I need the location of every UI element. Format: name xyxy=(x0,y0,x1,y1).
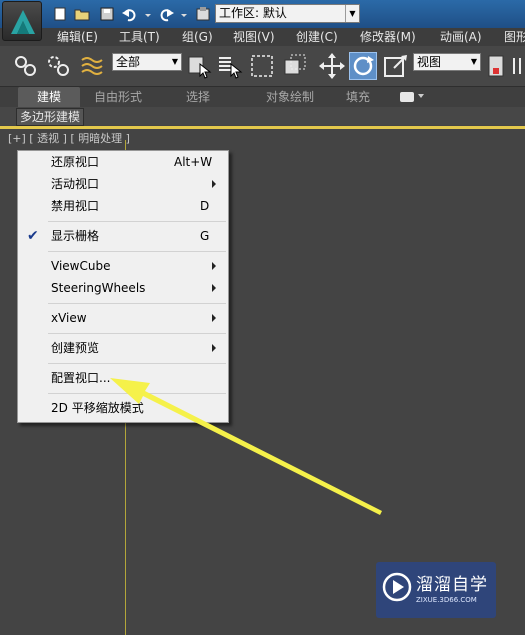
play-logo-icon xyxy=(382,572,412,602)
chevron-down-icon: ▼ xyxy=(345,5,359,22)
select-and-scale-icon[interactable] xyxy=(382,52,410,80)
submenu-arrow-icon xyxy=(212,314,216,322)
redo-dropdown-icon[interactable] xyxy=(180,6,188,22)
reference-coordinate-value: 视图 xyxy=(417,55,442,69)
chevron-down-icon: ▼ xyxy=(470,57,478,66)
menu-separator xyxy=(48,333,226,334)
menu-item-2d-pan-zoom-mode[interactable]: 2D 平移缩放模式 xyxy=(18,397,228,419)
submenu-arrow-icon xyxy=(212,344,216,352)
viewport-label-menu[interactable]: [+] [ 透视 ] [ 明暗处理 ] xyxy=(8,131,130,147)
menu-animation[interactable]: 动画(A) xyxy=(440,28,482,46)
menu-separator xyxy=(48,221,226,222)
menu-views[interactable]: 视图(V) xyxy=(233,28,275,46)
menu-item-label: 显示栅格 xyxy=(51,229,100,243)
menu-item-disable-viewport[interactable]: 禁用视口 D xyxy=(18,195,228,217)
menu-graph-editors[interactable]: 图形 xyxy=(504,28,525,46)
ribbon-tab-freeform[interactable]: 自由形式 xyxy=(90,87,146,107)
select-object-icon[interactable] xyxy=(186,52,214,80)
menu-item-shortcut: Alt+W xyxy=(174,155,213,169)
ribbon-tab-selection[interactable]: 选择 xyxy=(180,87,216,107)
menu-item-label: 禁用视口 xyxy=(51,199,100,213)
menu-item-label: 活动视口 xyxy=(51,177,100,191)
workspace-label: 工作区: 默认 xyxy=(219,6,287,20)
menu-item-create-preview[interactable]: 创建预览 xyxy=(18,337,228,359)
menu-item-label: 2D 平移缩放模式 xyxy=(51,401,144,415)
select-and-rotate-icon[interactable] xyxy=(349,52,377,80)
menu-item-xview[interactable]: xView xyxy=(18,307,228,329)
application-button[interactable] xyxy=(2,1,42,41)
menu-item-configure-viewports[interactable]: 配置视口... xyxy=(18,367,228,389)
menu-item-label: 创建预览 xyxy=(51,341,100,355)
ribbon-panel-polygon-modeling[interactable]: 多边形建模 xyxy=(16,108,85,126)
menu-separator xyxy=(48,393,226,394)
rectangular-selection-icon[interactable] xyxy=(249,52,277,80)
3dsmax-logo-icon xyxy=(11,10,35,34)
unlink-selection-icon[interactable] xyxy=(45,52,73,80)
watermark-name: 溜溜自学 xyxy=(416,575,488,595)
menu-separator xyxy=(48,303,226,304)
select-by-name-icon[interactable] xyxy=(216,52,244,80)
menu-item-label: xView xyxy=(51,311,87,325)
menu-item-label: 配置视口... xyxy=(51,371,111,385)
undo-dropdown-icon[interactable] xyxy=(144,6,152,22)
checkmark-icon: ✔ xyxy=(27,228,39,244)
selection-filter-value: 全部 xyxy=(116,55,141,69)
select-and-link-icon[interactable] xyxy=(12,52,40,80)
selection-filter-dropdown[interactable]: 全部 ▼ xyxy=(112,53,182,71)
select-and-manipulate-icon[interactable] xyxy=(512,52,524,80)
menu-item-label: SteeringWheels xyxy=(51,281,146,295)
menu-item-label: ViewCube xyxy=(51,259,111,273)
menu-create[interactable]: 创建(C) xyxy=(296,28,338,46)
open-file-icon[interactable] xyxy=(74,6,90,22)
save-file-icon[interactable] xyxy=(99,6,115,22)
redo-icon[interactable] xyxy=(158,6,174,22)
chevron-down-icon[interactable] xyxy=(418,94,424,98)
menu-group[interactable]: 组(G) xyxy=(182,28,213,46)
reference-coordinate-dropdown[interactable]: 视图 ▼ xyxy=(413,53,481,71)
watermark-url: ZIXUE.3D66.COM xyxy=(416,596,477,604)
watermark-badge: 溜溜自学 ZIXUE.3D66.COM xyxy=(376,562,496,618)
ribbon-tab-populate[interactable]: 填充 xyxy=(340,87,376,107)
menu-item-steeringwheels[interactable]: SteeringWheels xyxy=(18,277,228,299)
menu-item-shortcut: D xyxy=(200,199,210,213)
select-and-move-icon[interactable] xyxy=(318,52,346,80)
menu-separator xyxy=(48,363,226,364)
window-crossing-icon[interactable] xyxy=(281,52,309,80)
menu-separator xyxy=(48,251,226,252)
menu-item-shortcut: G xyxy=(200,229,210,243)
submenu-arrow-icon xyxy=(212,262,216,270)
menu-item-label: 还原视口 xyxy=(51,155,100,169)
project-folder-icon[interactable] xyxy=(195,6,211,22)
ribbon-minimize-icon[interactable] xyxy=(400,92,414,102)
menu-item-show-grid[interactable]: ✔ 显示栅格 G xyxy=(18,225,228,247)
menu-item-restore-viewport[interactable]: 还原视口 Alt+W xyxy=(18,151,228,173)
submenu-arrow-icon xyxy=(212,284,216,292)
chevron-down-icon: ▼ xyxy=(171,57,179,66)
workspace-dropdown[interactable]: 工作区: 默认 ▼ xyxy=(215,4,360,23)
undo-icon[interactable] xyxy=(122,6,138,22)
bind-to-space-warp-icon[interactable] xyxy=(78,52,106,80)
menu-modifiers[interactable]: 修改器(M) xyxy=(360,28,416,46)
menu-tools[interactable]: 工具(T) xyxy=(119,28,160,46)
submenu-arrow-icon xyxy=(212,180,216,188)
ribbon-tab-object-paint[interactable]: 对象绘制 xyxy=(250,87,330,107)
menu-item-viewcube[interactable]: ViewCube xyxy=(18,255,228,277)
ribbon-tab-modeling[interactable]: 建模 xyxy=(18,87,80,107)
new-file-icon[interactable] xyxy=(52,6,68,22)
menu-item-active-viewport[interactable]: 活动视口 xyxy=(18,173,228,195)
pivot-center-icon[interactable] xyxy=(485,52,513,80)
menu-edit[interactable]: 编辑(E) xyxy=(57,28,98,46)
